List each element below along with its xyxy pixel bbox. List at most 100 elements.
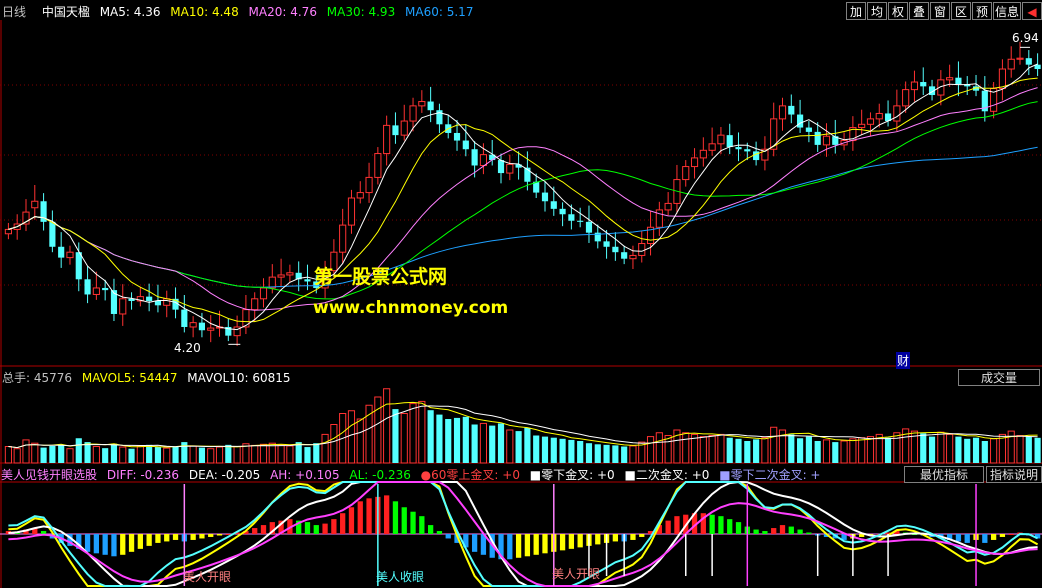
candle-body-up xyxy=(66,251,74,259)
volume-bar-down xyxy=(128,448,135,463)
volume-bar-down xyxy=(40,447,47,463)
candle-body-down xyxy=(805,127,812,132)
volume-bar-up xyxy=(215,446,224,464)
volume-bar-down xyxy=(471,424,478,463)
rights-button[interactable]: 权 xyxy=(888,2,908,20)
candle-body-down xyxy=(497,160,505,174)
volume-bar-up xyxy=(286,445,294,464)
candle-body-down xyxy=(797,114,804,128)
volume-header: 总手: 45776 MAVOL5: 54447 MAVOL10: 60815 xyxy=(0,369,297,387)
macd-bar xyxy=(216,534,223,536)
volume-bar-up xyxy=(840,440,848,464)
candle-body-up xyxy=(356,192,364,199)
volume-bar-up xyxy=(207,448,215,464)
candle-body-up xyxy=(875,112,883,120)
window-button[interactable]: 窗 xyxy=(930,2,950,20)
range-button[interactable]: 区 xyxy=(951,2,971,20)
average-button[interactable]: 均 xyxy=(867,2,887,20)
macd-bar xyxy=(208,534,214,537)
macd-bar xyxy=(524,534,531,557)
volume-bar-up xyxy=(893,432,901,464)
volume-bar-down xyxy=(75,438,82,463)
signal-label-close: 美人收眼 xyxy=(376,570,425,584)
volume-bar-up xyxy=(629,445,637,464)
candle-body-down xyxy=(603,241,610,247)
volume-bar-down xyxy=(427,410,434,463)
volume-bar-up xyxy=(233,446,241,464)
candle-body-down xyxy=(146,296,153,301)
macd-bar xyxy=(340,513,346,534)
macd-bar xyxy=(260,525,267,534)
candle-body-up xyxy=(409,105,417,122)
candle-body-up xyxy=(699,149,707,159)
macd-bar xyxy=(331,519,337,534)
candle-body-up xyxy=(717,134,725,145)
volume-bar-down xyxy=(594,444,601,463)
volume-bar-down xyxy=(603,444,610,463)
candle-body-down xyxy=(559,208,566,215)
price-header: 日线 中国天楹 MA5: 4.36 MA10: 4.48 MA20: 4.76 … xyxy=(0,3,479,21)
volume-bar-down xyxy=(884,437,892,463)
mavol5-value: MAVOL5: 54447 xyxy=(81,371,178,385)
low-price-label: 4.20 xyxy=(174,341,201,355)
ma60-line xyxy=(8,146,1038,288)
volume-bar-up xyxy=(990,438,998,464)
macd-bar xyxy=(93,534,100,554)
candle-body-up xyxy=(189,322,197,328)
volume-bar-down xyxy=(436,414,443,463)
volume-bar-up xyxy=(682,432,690,464)
volume-bar-down xyxy=(972,437,980,463)
candle-body-down xyxy=(75,252,82,280)
candle-body-up xyxy=(946,77,954,81)
volume-bar-down xyxy=(58,444,65,463)
macd-bar xyxy=(172,534,179,540)
macd-bar xyxy=(559,534,566,551)
macd-bar xyxy=(955,534,962,542)
volume-bar-down xyxy=(524,427,531,463)
volume-bar-down xyxy=(964,438,971,463)
macd-bar xyxy=(111,534,117,557)
macd-bar xyxy=(102,534,108,555)
period-label[interactable]: 日线 xyxy=(2,5,26,19)
volume-bar-down xyxy=(392,409,399,463)
macd-bar xyxy=(199,534,205,539)
macd-bar xyxy=(709,514,715,534)
volume-button[interactable]: 成交量 xyxy=(958,369,1040,386)
mavol10-value: MAVOL10: 60815 xyxy=(187,371,291,385)
financial-marker[interactable]: 财 xyxy=(896,352,911,369)
candle-body-up xyxy=(163,298,171,306)
volume-bar-up xyxy=(189,445,197,464)
info-button[interactable]: 信息 xyxy=(993,2,1021,20)
collapse-arrow-icon[interactable]: ◀ xyxy=(1022,2,1042,20)
volume-bar-up xyxy=(479,422,487,464)
stock-chart-canvas[interactable] xyxy=(0,0,1042,588)
volume-bar-up xyxy=(347,410,356,464)
forecast-button[interactable]: 预 xyxy=(972,2,992,20)
candle-body-down xyxy=(541,192,549,202)
indicator-name[interactable]: 美人见钱开眼选股 xyxy=(1,468,97,482)
add-button[interactable]: 加 xyxy=(846,2,866,20)
best-indicator-button[interactable]: 最优指标 xyxy=(904,466,984,483)
candle-body-down xyxy=(568,214,575,221)
volume-bar-down xyxy=(735,438,742,463)
candle-body-up xyxy=(858,123,866,129)
macd-bar xyxy=(146,534,152,546)
volume-bar-down xyxy=(541,436,549,463)
macd-bar xyxy=(401,507,407,534)
macd-bar xyxy=(568,534,575,549)
macd-bar xyxy=(779,525,786,534)
volume-bar-down xyxy=(744,441,751,463)
indicator-help-button[interactable]: 指标说明 xyxy=(986,466,1042,483)
macd-bar xyxy=(595,534,601,545)
ma5-line xyxy=(8,63,1038,331)
candle-body-up xyxy=(893,105,901,122)
candle-body-up xyxy=(866,118,875,125)
candle-body-down xyxy=(621,252,628,259)
volume-bar-down xyxy=(198,447,206,463)
candle-body-down xyxy=(788,105,795,115)
volume-bar-up xyxy=(717,433,725,464)
volume-bar-up xyxy=(849,438,857,464)
dea-value: DEA: -0.205 xyxy=(188,468,261,482)
macd-bar xyxy=(313,525,319,534)
overlay-button[interactable]: 叠 xyxy=(909,2,929,20)
